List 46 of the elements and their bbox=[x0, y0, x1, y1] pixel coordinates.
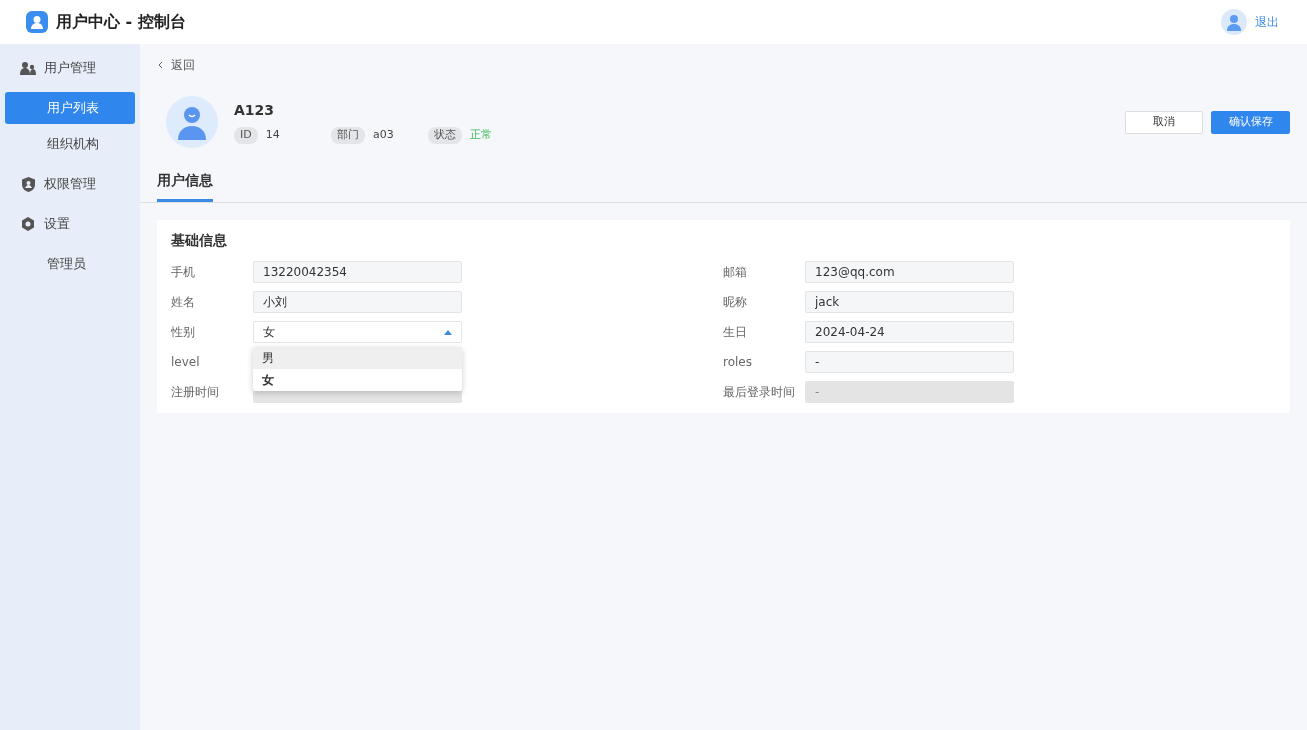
field-label: 手机 bbox=[171, 264, 196, 281]
shield-icon bbox=[21, 176, 35, 192]
cancel-button[interactable]: 取消 bbox=[1125, 110, 1203, 134]
input-field[interactable]: 2024-04-24 bbox=[805, 321, 1014, 343]
logout-link[interactable]: 退出 bbox=[1255, 13, 1279, 31]
meta-value: 正常 bbox=[470, 127, 492, 144]
dropdown-option[interactable]: 女 bbox=[253, 369, 462, 391]
meta-label: 部门 bbox=[331, 127, 365, 144]
tab[interactable]: 用户信息 bbox=[157, 170, 213, 202]
nav-group[interactable]: 权限管理 bbox=[0, 164, 140, 204]
input-field[interactable]: 123@qq.com bbox=[805, 261, 1014, 283]
field-label: 注册时间 bbox=[171, 384, 220, 401]
save-button[interactable]: 确认保存 bbox=[1211, 110, 1290, 134]
select-field[interactable]: 女 bbox=[253, 321, 462, 343]
field-label: roles bbox=[723, 354, 753, 371]
nav-item[interactable]: 管理员 bbox=[5, 248, 135, 280]
input-field[interactable]: - bbox=[805, 351, 1014, 373]
user-name: A123 bbox=[234, 101, 276, 121]
users-icon bbox=[20, 61, 36, 75]
field-label: 姓名 bbox=[171, 294, 196, 311]
field-label: 生日 bbox=[723, 324, 748, 341]
section-title: 基础信息 bbox=[171, 231, 228, 250]
meta-value: 14 bbox=[265, 127, 280, 144]
field-label: 最后登录时间 bbox=[723, 384, 796, 401]
meta-value: a03 bbox=[373, 127, 394, 144]
app-title: 用户中心 - 控制台 bbox=[56, 11, 186, 33]
meta-label: ID bbox=[234, 127, 258, 144]
dropdown-option[interactable]: 男 bbox=[253, 347, 462, 369]
logo-icon bbox=[26, 11, 48, 33]
field-label: 邮箱 bbox=[723, 264, 748, 281]
nav-item[interactable]: 用户列表 bbox=[5, 92, 135, 124]
input-field[interactable]: jack bbox=[805, 291, 1014, 313]
field-label: 性别 bbox=[171, 324, 196, 341]
settings-icon bbox=[21, 217, 35, 231]
back-link[interactable]: 返回 bbox=[140, 44, 1307, 74]
field-label: level bbox=[171, 354, 201, 371]
nav-group[interactable]: 用户管理 bbox=[0, 48, 140, 88]
chevron-left-icon bbox=[157, 61, 163, 69]
avatar-icon bbox=[166, 96, 218, 148]
input-field[interactable]: 小刘 bbox=[253, 291, 462, 313]
field-label: 昵称 bbox=[723, 294, 748, 311]
nav-item[interactable]: 组织机构 bbox=[5, 128, 135, 160]
avatar-icon bbox=[1221, 9, 1247, 35]
meta-label: 状态 bbox=[428, 127, 462, 144]
input-field[interactable]: 13220042354 bbox=[253, 261, 462, 283]
nav-group[interactable]: 设置 bbox=[0, 204, 140, 244]
